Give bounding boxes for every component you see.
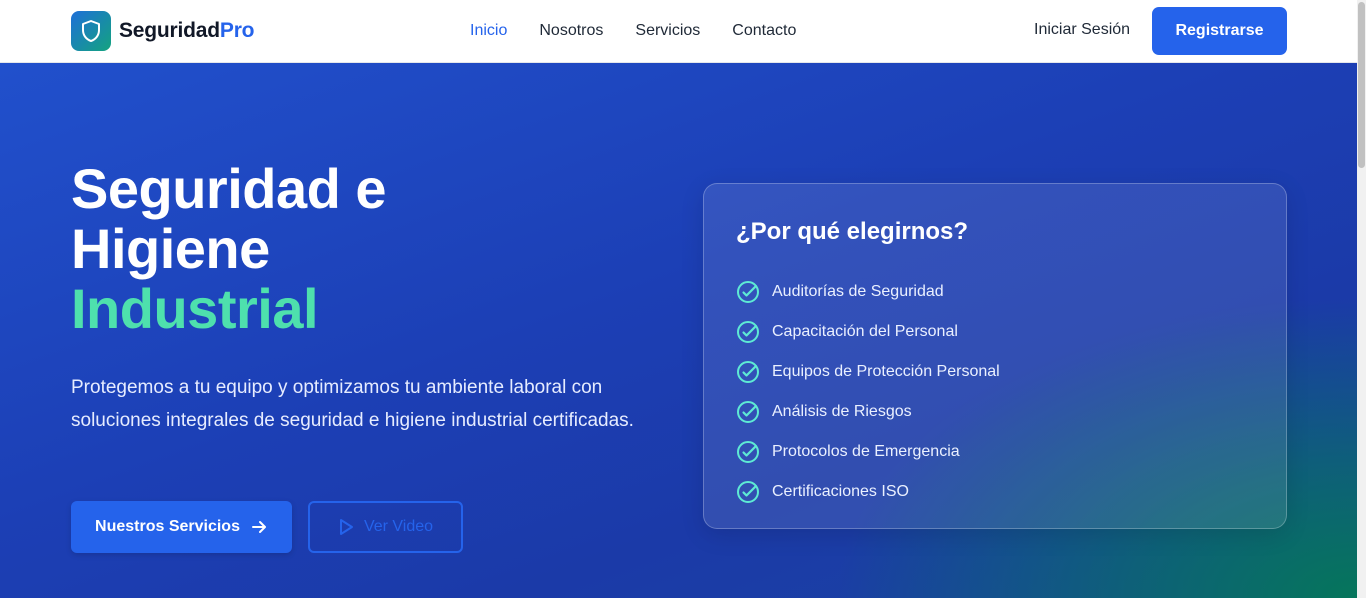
list-item: Certificaciones ISO — [736, 472, 1000, 512]
list-item: Auditorías de Seguridad — [736, 272, 1000, 312]
nav-link-contacto[interactable]: Contacto — [732, 22, 796, 40]
check-circle-icon — [736, 400, 760, 424]
check-circle-icon — [736, 440, 760, 464]
scrollbar-thumb[interactable] — [1358, 2, 1365, 168]
hero-title-accent: Industrial — [71, 277, 319, 340]
hero-title-line1: Seguridad e — [71, 157, 387, 220]
list-item: Protocolos de Emergencia — [736, 432, 1000, 472]
feature-label: Análisis de Riesgos — [772, 403, 912, 420]
services-button[interactable]: Nuestros Servicios — [71, 501, 292, 553]
hero-section: Seguridad e Higiene Industrial Protegemo… — [0, 63, 1357, 598]
hero-description: Protegemos a tu equipo y optimizamos tu … — [71, 377, 634, 431]
feature-label: Certificaciones ISO — [772, 483, 909, 500]
nav-link-servicios[interactable]: Servicios — [635, 22, 700, 40]
play-icon — [338, 518, 354, 536]
shield-icon — [71, 11, 111, 51]
brand-name: SeguridadPro — [119, 19, 255, 43]
card-title: ¿Por qué elegirnos? — [736, 218, 969, 245]
check-circle-icon — [736, 280, 760, 304]
nav-link-nosotros[interactable]: Nosotros — [539, 22, 603, 40]
services-button-label: Nuestros Servicios — [95, 518, 240, 535]
hero-title: Seguridad e Higiene Industrial — [71, 157, 387, 340]
login-link[interactable]: Iniciar Sesión — [1034, 21, 1130, 39]
feature-list: Auditorías de Seguridad Capacitación del… — [736, 272, 1000, 512]
check-circle-icon — [736, 320, 760, 344]
check-circle-icon — [736, 360, 760, 384]
list-item: Capacitación del Personal — [736, 312, 1000, 352]
brand-logo-link[interactable]: SeguridadPro — [71, 11, 255, 51]
why-choose-us-card: ¿Por qué elegirnos? Auditorías de Seguri… — [703, 183, 1287, 529]
feature-label: Capacitación del Personal — [772, 323, 958, 340]
hero-title-line2: Higiene — [71, 217, 270, 280]
feature-label: Equipos de Protección Personal — [772, 363, 1000, 380]
page-scrollbar[interactable] — [1357, 0, 1366, 598]
watch-video-label: Ver Video — [363, 518, 434, 535]
feature-label: Auditorías de Seguridad — [772, 283, 944, 300]
navbar: SeguridadPro Inicio Nosotros Servicios C… — [0, 0, 1357, 63]
list-item: Equipos de Protección Personal — [736, 352, 1000, 392]
list-item: Análisis de Riesgos — [736, 392, 1000, 432]
page: SeguridadPro Inicio Nosotros Servicios C… — [0, 0, 1366, 598]
feature-label: Protocolos de Emergencia — [772, 443, 960, 460]
register-button[interactable]: Registrarse — [1152, 7, 1287, 55]
brand-name-part1: Seguridad — [119, 19, 220, 42]
nav-link-inicio[interactable]: Inicio — [470, 22, 507, 40]
watch-video-button[interactable]: Ver Video — [308, 501, 463, 553]
main-nav: Inicio Nosotros Servicios Contacto — [470, 0, 828, 62]
brand-name-part2: Pro — [219, 19, 255, 42]
arrow-right-icon — [250, 518, 268, 536]
check-circle-icon — [736, 480, 760, 504]
